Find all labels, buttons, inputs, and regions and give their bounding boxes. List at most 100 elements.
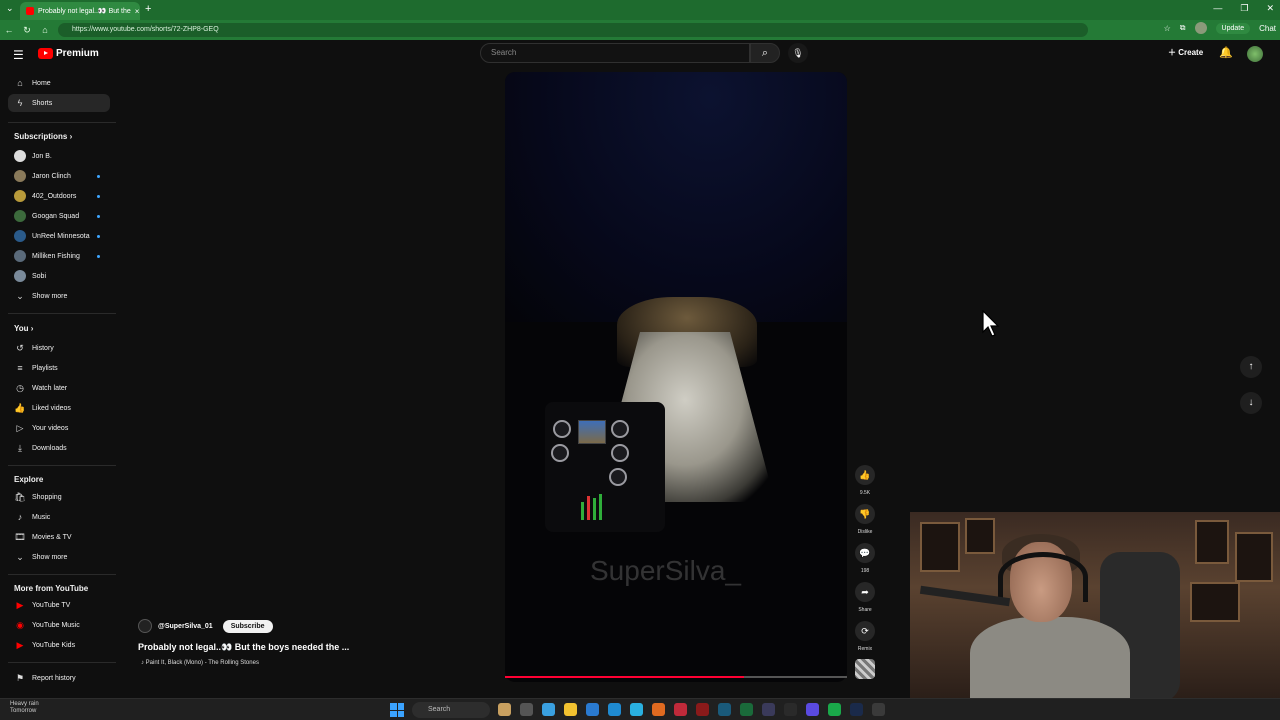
tab-close-icon[interactable]: × <box>135 7 140 16</box>
firefox-icon[interactable] <box>652 703 665 716</box>
edge-icon[interactable] <box>630 703 643 716</box>
subscription-item[interactable]: 402_Outdoors <box>8 187 110 205</box>
sidebar-item-watch-later[interactable]: ◷ Watch later <box>8 379 110 397</box>
star-icon[interactable]: ☆ <box>1164 24 1171 33</box>
create-button[interactable]: ＋ Create <box>1168 47 1203 58</box>
youtube-logo[interactable]: Premium <box>38 48 99 59</box>
channel-handle[interactable]: @SuperSilva_01 <box>158 623 213 630</box>
music-note-icon: ♪ <box>17 512 23 522</box>
sidebar-item-liked-videos[interactable]: 👍 Liked videos <box>8 399 110 417</box>
hamburger-menu-icon[interactable]: ☰ <box>13 48 24 62</box>
headset <box>998 552 1088 602</box>
task-view-icon[interactable] <box>520 703 533 716</box>
channel-name: Jon B. <box>32 152 52 160</box>
sidebar-item-report-history[interactable]: ⚑ Report history <box>8 669 110 687</box>
dislike-button[interactable]: 👎 <box>855 504 875 524</box>
close-window-icon[interactable]: ✕ <box>1266 3 1274 14</box>
previous-short-button[interactable]: ↑ <box>1240 356 1262 378</box>
weather-widget[interactable]: Heavy rain Tomorrow <box>10 701 39 715</box>
video-progress-bar[interactable] <box>505 676 847 678</box>
channel-avatar[interactable] <box>138 619 152 633</box>
sidebar-item-history[interactable]: ↺ History <box>8 339 110 357</box>
restore-icon[interactable]: ❐ <box>1240 3 1248 14</box>
voice-search-button[interactable]: 🎙 <box>788 43 808 63</box>
short-title[interactable]: Probably not legal..👀 But the boys neede… <box>138 642 349 653</box>
browser-tab[interactable]: Probably not legal..👀 But the × <box>20 2 140 20</box>
reload-icon[interactable]: ↻ <box>18 25 36 36</box>
chat-button[interactable]: Chat <box>1259 24 1276 33</box>
spotify-icon[interactable] <box>828 703 841 716</box>
subscriptions-heading[interactable]: Subscriptions › <box>14 132 72 141</box>
song-link[interactable]: ♪ Paint It, Black (Mono) - The Rolling S… <box>141 660 259 666</box>
subscribe-button[interactable]: Subscribe <box>222 619 273 633</box>
app-icon[interactable] <box>718 703 731 716</box>
show-more-explore[interactable]: ⌄ Show more <box>8 548 110 566</box>
app-icon[interactable] <box>872 703 885 716</box>
remix-button[interactable]: ⟳ <box>855 621 875 641</box>
sidebar-item-shorts[interactable]: ϟ Shorts <box>8 94 110 112</box>
sidebar-item-downloads[interactable]: ⤓ Downloads <box>8 439 110 457</box>
like-button[interactable]: 👍 <box>855 465 875 485</box>
subscription-item[interactable]: Sobi <box>8 267 110 285</box>
app-icon[interactable] <box>784 703 797 716</box>
profile-avatar[interactable] <box>1194 22 1207 34</box>
back-icon[interactable]: ← <box>0 25 18 35</box>
notifications-bell-icon[interactable]: 🔔 <box>1219 46 1233 59</box>
video-sky <box>505 72 847 322</box>
channel-avatar <box>14 250 26 262</box>
show-more-subscriptions[interactable]: ⌄ Show more <box>8 287 110 305</box>
new-tab-button[interactable]: + <box>145 3 151 15</box>
sidebar-item-youtube-tv[interactable]: ▶ YouTube TV <box>8 596 110 614</box>
short-video-player[interactable]: SuperSilva_ <box>505 72 847 682</box>
clock-icon: ◷ <box>16 382 24 393</box>
url-field[interactable]: https://www.youtube.com/shorts/72-ZHP8-G… <box>58 23 1088 37</box>
create-label: Create <box>1178 48 1204 57</box>
update-button[interactable]: Update <box>1215 22 1251 34</box>
search-input[interactable]: Search <box>480 43 750 63</box>
sidebar-item-playlists[interactable]: ≡ Playlists <box>8 359 110 377</box>
store-icon[interactable] <box>586 703 599 716</box>
app-icon[interactable] <box>696 703 709 716</box>
sidebar-item-movies[interactable]: 🎞 Movies & TV <box>8 528 110 546</box>
sound-thumbnail[interactable] <box>855 659 875 679</box>
share-button[interactable]: ➦ <box>855 582 875 602</box>
sidebar-item-music[interactable]: ♪ Music <box>8 508 110 526</box>
steam-icon[interactable] <box>850 703 863 716</box>
app-icon[interactable] <box>762 703 775 716</box>
minimize-icon[interactable]: — <box>1213 3 1222 14</box>
tab-list-icon[interactable]: ⌄ <box>6 3 14 14</box>
mail-icon[interactable] <box>608 703 621 716</box>
you-heading[interactable]: You › <box>14 324 33 333</box>
app-icon[interactable] <box>674 703 687 716</box>
user-avatar[interactable] <box>1247 46 1263 62</box>
youtube-music-icon: ◉ <box>16 619 24 630</box>
search-button[interactable]: ⌕ <box>750 43 780 63</box>
sidebar-item-youtube-kids[interactable]: ▶ YouTube Kids <box>8 636 110 654</box>
file-explorer-icon[interactable] <box>564 703 577 716</box>
app-icon[interactable] <box>740 703 753 716</box>
new-content-dot <box>97 194 100 198</box>
sidebar-item-shopping[interactable]: 🛍 Shopping <box>8 488 110 506</box>
comments-button[interactable]: 💬 <box>855 543 875 563</box>
subscription-item[interactable]: Jaron Clinch <box>8 167 110 185</box>
extensions-icon[interactable]: ⧉ <box>1180 23 1186 33</box>
next-short-button[interactable]: ↓ <box>1240 392 1262 414</box>
subscription-item[interactable]: Googan Squad <box>8 207 110 225</box>
discord-icon[interactable] <box>806 703 819 716</box>
share-icon: ➦ <box>861 587 869 597</box>
thumbs-up-icon: 👍 <box>14 402 26 413</box>
home-icon[interactable]: ⌂ <box>36 25 54 35</box>
subscription-item[interactable]: Milliken Fishing <box>8 247 110 265</box>
subscription-item[interactable]: Jon B. <box>8 147 110 165</box>
windows-start-icon[interactable] <box>390 703 404 717</box>
taskbar-search[interactable]: Search <box>412 702 490 718</box>
taskbar-app-icon[interactable] <box>498 703 511 716</box>
sidebar-item-label: Your videos <box>32 424 69 432</box>
sidebar-item-your-videos[interactable]: ▷ Your videos <box>8 419 110 437</box>
sidebar-item-home[interactable]: ⌂ Home <box>8 74 110 92</box>
subscription-item[interactable]: UnReel Minnesota <box>8 227 110 245</box>
sidebar-item-youtube-music[interactable]: ◉ YouTube Music <box>8 616 110 634</box>
copilot-icon[interactable] <box>542 703 555 716</box>
address-bar-row: ← ↻ ⌂ https://www.youtube.com/shorts/72-… <box>0 20 1280 40</box>
channel-avatar <box>14 230 26 242</box>
